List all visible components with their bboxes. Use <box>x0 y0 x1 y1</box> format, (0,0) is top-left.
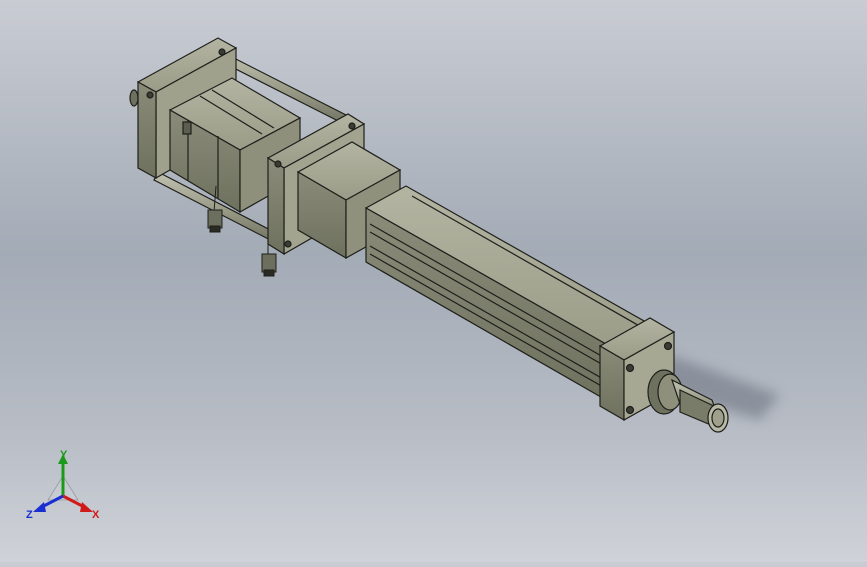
triad-y-label: Y <box>60 449 68 461</box>
graphics-viewport[interactable] <box>0 0 867 562</box>
orientation-triad: Y X Z <box>22 448 104 522</box>
triad-z-arrow <box>33 502 46 512</box>
triad-z-label: Z <box>26 509 33 521</box>
actuator-model[interactable] <box>0 0 867 562</box>
triad-x-label: X <box>92 509 100 521</box>
